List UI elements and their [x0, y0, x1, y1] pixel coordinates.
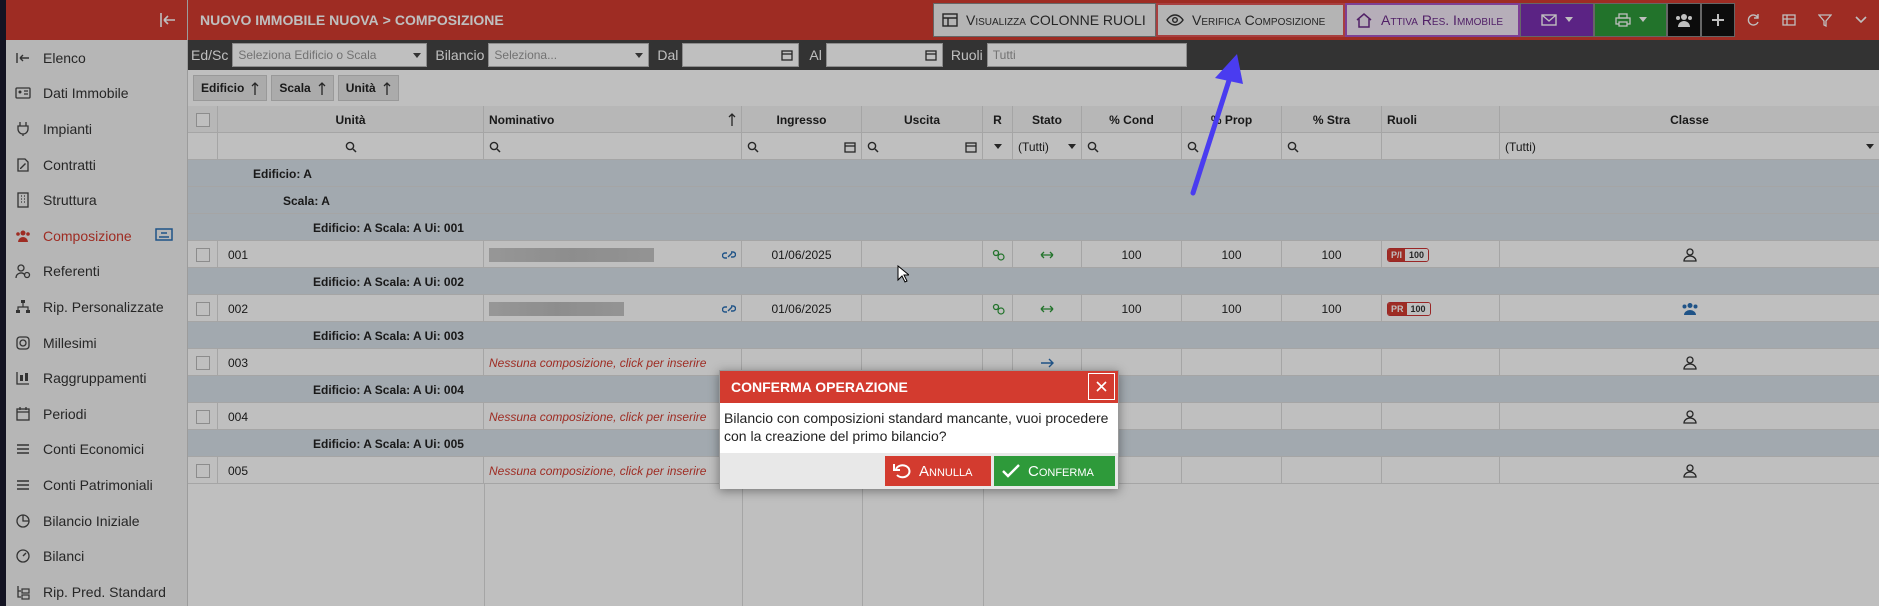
- annulla-label: Annulla: [919, 462, 973, 480]
- close-icon: [1096, 381, 1107, 392]
- modal-overlay[interactable]: [0, 0, 1879, 606]
- mouse-cursor-icon: [897, 265, 909, 283]
- conferma-button[interactable]: Conferma: [994, 456, 1115, 486]
- dialog-footer: Annulla Conferma: [720, 453, 1118, 489]
- annulla-button[interactable]: Annulla: [885, 456, 991, 486]
- dialog-close-button[interactable]: [1088, 373, 1115, 400]
- conferma-label: Conferma: [1028, 462, 1094, 480]
- dialog-title: CONFERMA OPERAZIONE: [731, 379, 908, 395]
- check-icon: [1002, 464, 1020, 478]
- confirm-dialog: CONFERMA OPERAZIONE Bilancio con composi…: [719, 370, 1119, 489]
- undo-icon: [893, 464, 911, 479]
- dialog-message: Bilancio con composizioni standard manca…: [724, 410, 1109, 444]
- annotation-arrow-icon: [1190, 54, 1243, 196]
- dialog-header: CONFERMA OPERAZIONE: [720, 371, 1118, 403]
